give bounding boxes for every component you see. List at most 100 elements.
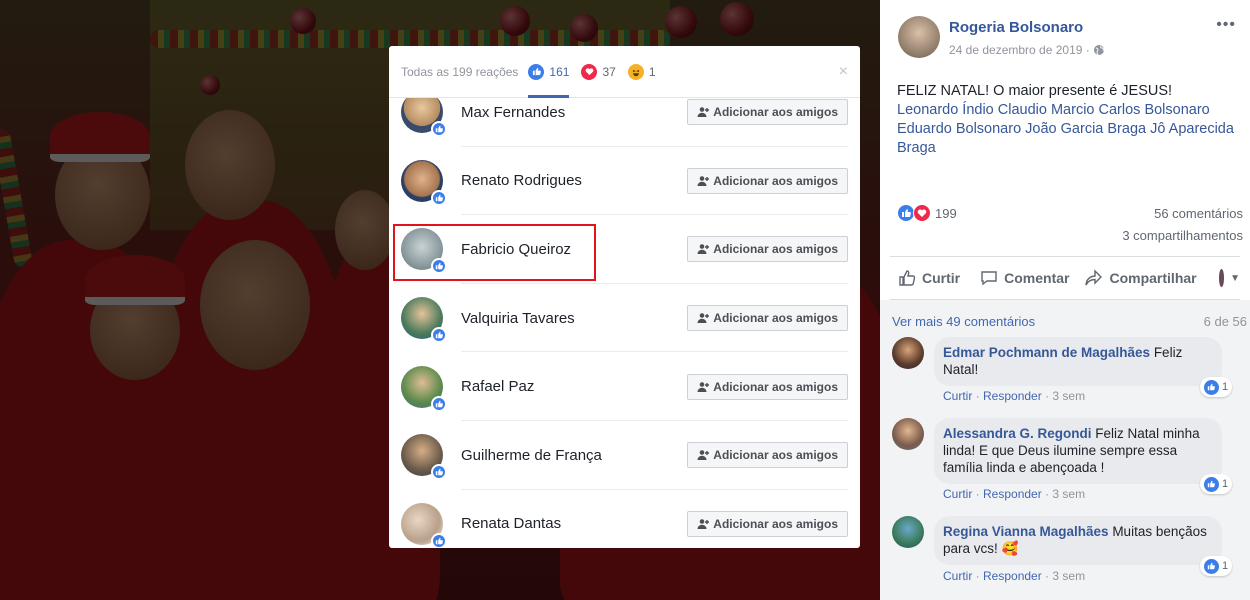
list-item: Guilherme de França Adicionar aos amigos <box>401 421 848 490</box>
avatar[interactable] <box>401 297 447 344</box>
like-reaction-icon <box>528 63 545 80</box>
reactions-dialog: Todas as 199 reações 161 37 1 × Max Fern… <box>389 46 860 548</box>
add-friend-icon <box>697 381 710 392</box>
commenter-name[interactable]: Edmar Pochmann de Magalhães <box>943 345 1150 360</box>
comment-meta: Curtir · Responder · 3 sem <box>943 569 1086 583</box>
list-item: Renata Dantas Adicionar aos amigos <box>401 490 848 548</box>
chevron-down-icon[interactable]: ▼ <box>1230 273 1240 284</box>
post-body: FELIZ NATAL! O maior presente é JESUS! L… <box>897 82 1240 158</box>
avatar[interactable] <box>401 98 447 138</box>
see-more-comments-link[interactable]: Ver mais 49 comentários <box>892 314 1035 329</box>
person-name[interactable]: Max Fernandes <box>461 104 687 121</box>
comment-reactions[interactable]: 1 <box>1200 377 1232 397</box>
add-friend-button[interactable]: Adicionar aos amigos <box>687 305 848 332</box>
comment-like-link[interactable]: Curtir <box>943 487 972 501</box>
add-friend-button[interactable]: Adicionar aos amigos <box>687 236 848 263</box>
add-friend-button[interactable]: Adicionar aos amigos <box>687 510 848 537</box>
add-friend-label: Adicionar aos amigos <box>713 379 838 394</box>
comment-bubble: Regina Vianna Magalhães Muitas bençãos p… <box>934 516 1232 576</box>
add-friend-icon <box>697 244 710 255</box>
comments-section: Ver mais 49 comentários 6 de 56 Edmar Po… <box>880 300 1250 600</box>
comment-reply-link[interactable]: Responder <box>983 389 1042 403</box>
haha-count: 1 <box>648 64 656 79</box>
comment-meta: Curtir · Responder · 3 sem <box>943 389 1086 403</box>
love-reaction-icon <box>913 204 931 222</box>
comment: Regina Vianna Magalhães Muitas bençãos p… <box>892 516 1232 586</box>
add-friend-button[interactable]: Adicionar aos amigos <box>687 442 848 469</box>
comment-reaction-count: 1 <box>1221 380 1229 393</box>
tagged-people[interactable]: Leonardo Índio Claudio Marcio Carlos Bol… <box>897 101 1240 158</box>
reactions-count: 199 <box>935 205 957 221</box>
commenter-avatar[interactable] <box>892 337 924 369</box>
avatar[interactable] <box>401 159 447 206</box>
like-badge-icon <box>431 189 447 206</box>
person-name[interactable]: Renata Dantas <box>461 515 687 532</box>
person-name[interactable]: Guilherme de França <box>461 447 687 464</box>
shares-count[interactable]: 3 compartilhamentos <box>1122 228 1243 243</box>
comment-time[interactable]: 3 sem <box>1052 487 1085 501</box>
like-button[interactable]: Curtir <box>898 269 960 287</box>
add-friend-icon <box>697 107 710 118</box>
share-button[interactable]: Compartilhar <box>1085 269 1197 287</box>
comment: Edmar Pochmann de Magalhães Feliz Natal!… <box>892 337 1232 407</box>
like-reaction-icon <box>1203 379 1219 395</box>
more-options-icon[interactable]: ••• <box>1216 16 1236 34</box>
commenter-name[interactable]: Regina Vianna Magalhães <box>943 524 1109 539</box>
like-count: 161 <box>549 64 570 79</box>
list-item: Renato Rodrigues Adicionar aos amigos <box>401 147 848 216</box>
post-date[interactable]: 24 de dezembro de 2019 · <box>949 43 1105 57</box>
avatar[interactable] <box>401 502 447 548</box>
comment-reactions[interactable]: 1 <box>1200 474 1232 494</box>
commenter-avatar[interactable] <box>892 516 924 548</box>
comment-reaction-count: 1 <box>1221 477 1229 490</box>
tab-love-reactions[interactable]: 37 <box>581 46 616 98</box>
like-reaction-icon <box>1203 558 1219 574</box>
avatar[interactable] <box>401 228 447 275</box>
avatar[interactable] <box>401 365 447 412</box>
comment-time[interactable]: 3 sem <box>1052 389 1085 403</box>
globe-icon <box>1094 45 1105 56</box>
haha-reaction-icon <box>627 63 644 80</box>
add-friend-icon <box>697 450 710 461</box>
comment-reply-link[interactable]: Responder <box>983 569 1042 583</box>
comment-like-link[interactable]: Curtir <box>943 389 972 403</box>
add-friend-button[interactable]: Adicionar aos amigos <box>687 167 848 194</box>
comment-time[interactable]: 3 sem <box>1052 569 1085 583</box>
list-item: Fabricio Queiroz Adicionar aos amigos <box>401 215 848 284</box>
like-badge-icon <box>431 121 447 138</box>
tab-haha-reactions[interactable]: 1 <box>627 46 656 98</box>
comments-count[interactable]: 56 comentários <box>1154 206 1243 221</box>
tab-like-reactions[interactable]: 161 <box>528 46 570 98</box>
post-actions: Curtir Comentar Compartilhar ▼ <box>890 256 1240 300</box>
comment-reactions[interactable]: 1 <box>1200 556 1232 576</box>
list-item: Rafael Paz Adicionar aos amigos <box>401 352 848 421</box>
comment-icon <box>981 271 997 286</box>
comment-reply-link[interactable]: Responder <box>983 487 1042 501</box>
actor-avatar[interactable] <box>1218 269 1225 287</box>
comment-button[interactable]: Comentar <box>980 269 1069 287</box>
reactions-summary[interactable]: 199 <box>897 204 957 222</box>
person-name[interactable]: Rafael Paz <box>461 378 687 395</box>
avatar[interactable] <box>401 434 447 481</box>
comment-like-link[interactable]: Curtir <box>943 569 972 583</box>
close-icon[interactable]: × <box>839 63 848 81</box>
person-name[interactable]: Valquiria Tavares <box>461 310 687 327</box>
person-name[interactable]: Fabricio Queiroz <box>461 241 687 258</box>
add-friend-icon <box>697 176 710 186</box>
reactions-list[interactable]: Max Fernandes Adicionar aos amigos Renat… <box>389 98 860 548</box>
add-friend-icon <box>697 313 710 324</box>
like-badge-icon <box>431 532 447 548</box>
tab-all-reactions[interactable]: Todas as 199 reações <box>401 65 518 79</box>
add-friend-button[interactable]: Adicionar aos amigos <box>687 99 848 126</box>
person-name[interactable]: Renato Rodrigues <box>461 172 687 189</box>
share-icon <box>1085 269 1103 286</box>
commenter-name[interactable]: Alessandra G. Regondi <box>943 426 1092 441</box>
add-friend-label: Adicionar aos amigos <box>713 311 838 326</box>
commenter-avatar[interactable] <box>892 418 924 450</box>
author-name[interactable]: Rogeria Bolsonaro <box>949 19 1083 36</box>
add-friend-label: Adicionar aos amigos <box>713 448 838 463</box>
author-avatar[interactable] <box>898 16 940 58</box>
add-friend-button[interactable]: Adicionar aos amigos <box>687 373 848 400</box>
like-badge-icon <box>431 327 447 344</box>
add-friend-label: Adicionar aos amigos <box>713 242 838 257</box>
